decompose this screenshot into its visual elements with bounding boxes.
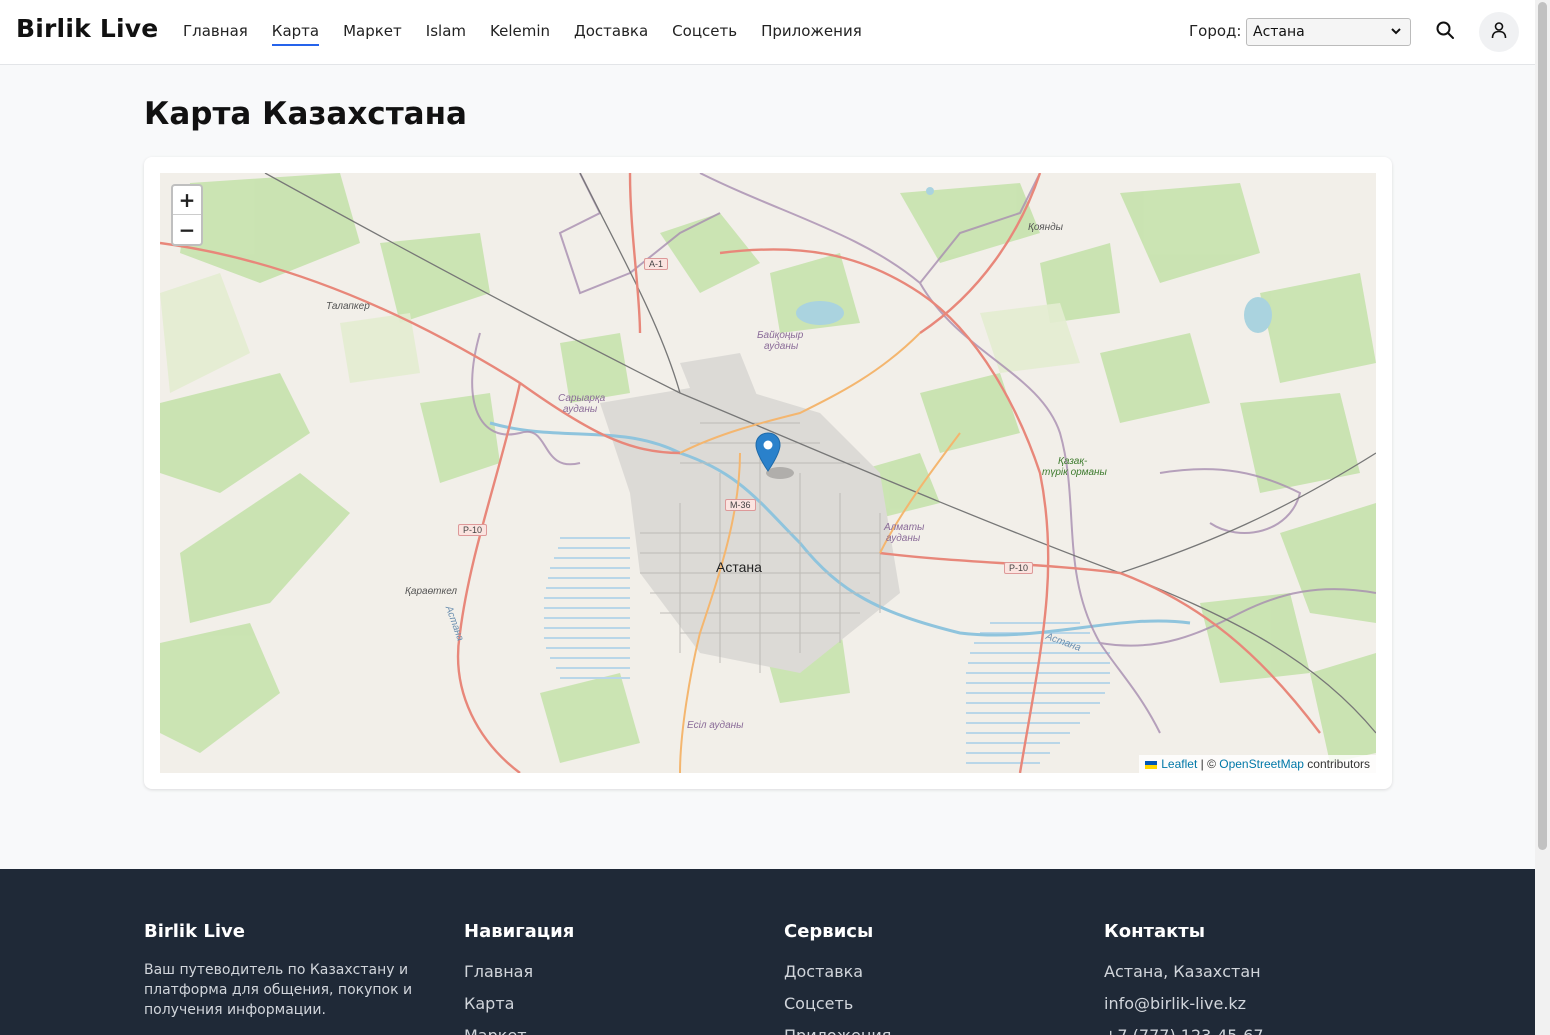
ukraine-flag-icon — [1145, 760, 1158, 769]
zoom-out-button[interactable]: − — [173, 215, 201, 244]
nav-home[interactable]: Главная — [183, 22, 248, 46]
map-attribution: Leaflet | © OpenStreetMap contributors — [1139, 755, 1376, 773]
footer-navigation-title: Навигация — [464, 921, 575, 942]
nav-delivery[interactable]: Доставка — [574, 22, 648, 46]
chevron-down-icon — [1390, 25, 1402, 40]
footer-contacts: Контакты Астана, Казахстан info@birlik-l… — [1104, 921, 1264, 1035]
attribution-separator: | © — [1197, 757, 1220, 771]
zoom-in-button[interactable]: + — [173, 186, 201, 215]
footer-contact-address: Астана, Казахстан — [1104, 962, 1261, 981]
map-label-forest-2: түрік орманы — [1042, 467, 1107, 478]
road-shield-p10-east: P-10 — [1004, 562, 1034, 574]
footer-brand-title: Birlik Live — [144, 921, 245, 942]
map-label-baikonyr-2: ауданы — [764, 341, 799, 352]
map-label-city: Астана — [716, 559, 762, 575]
map-label-koyandy: Қоянды — [1028, 222, 1063, 233]
search-icon — [1435, 20, 1455, 44]
footer-link-home[interactable]: Главная — [464, 962, 574, 994]
map-label-saryarka: Сарыарқа — [558, 393, 606, 404]
main-nav: Главная Карта Маркет Islam Kelemin Доста… — [183, 22, 886, 46]
map-label-baikonyr: Байқоңыр — [757, 330, 804, 341]
map-view[interactable]: Астана Сарыарқа ауданы Байқоңыр ауданы А… — [160, 173, 1376, 773]
footer-link-apps[interactable]: Приложения — [784, 1026, 891, 1035]
city-select[interactable]: Астана — [1246, 18, 1411, 46]
footer-contact-email[interactable]: info@birlik-live.kz — [1104, 994, 1264, 1026]
nav-apps[interactable]: Приложения — [761, 22, 862, 46]
city-label: Город: — [1189, 22, 1242, 40]
leaflet-link[interactable]: Leaflet — [1161, 757, 1197, 771]
road-shield-m36: M-36 — [725, 499, 756, 511]
footer-services: Сервисы Доставка Соцсеть Приложения — [784, 921, 891, 1035]
osm-link[interactable]: OpenStreetMap — [1219, 757, 1304, 771]
footer-services-title: Сервисы — [784, 921, 874, 942]
nav-islam[interactable]: Islam — [426, 22, 466, 46]
map-label-talapker: Талапкер — [326, 301, 370, 312]
road-shield-a1: A-1 — [644, 258, 669, 270]
user-icon — [1490, 21, 1508, 43]
footer-link-social[interactable]: Соцсеть — [784, 994, 891, 1026]
map-label-almaty-2: ауданы — [886, 533, 921, 544]
map-marker[interactable] — [755, 432, 781, 476]
map-label-esil: Есіл ауданы — [687, 720, 744, 731]
footer-description: Ваш путеводитель по Казахстану и платфор… — [144, 962, 413, 1018]
page-title: Карта Казахстана — [144, 96, 467, 132]
user-button[interactable] — [1479, 12, 1519, 52]
zoom-control: + − — [171, 184, 203, 246]
scrollbar-thumb[interactable] — [1538, 2, 1547, 850]
road-shield-p10-west: P-10 — [458, 524, 488, 536]
nav-map[interactable]: Карта — [271, 22, 320, 46]
map-card: Астана Сарыарқа ауданы Байқоңыр ауданы А… — [144, 157, 1392, 789]
map-label-forest: Қазақ- — [1058, 456, 1088, 467]
footer-navigation: Навигация Главная Карта Маркет — [464, 921, 574, 1035]
footer-contacts-title: Контакты — [1104, 921, 1206, 942]
map-label-karaotkel: Қараөткел — [405, 586, 458, 597]
map-label-almaty: Алматы — [884, 522, 925, 533]
page-scrollbar[interactable] — [1535, 0, 1550, 1035]
footer-contact-phone[interactable]: +7 (777) 123-45-67 — [1104, 1026, 1264, 1035]
search-button[interactable] — [1425, 12, 1465, 52]
site-logo[interactable]: Birlik Live — [16, 14, 158, 43]
footer-link-delivery[interactable]: Доставка — [784, 962, 891, 994]
footer-brand: Birlik Live Ваш путеводитель по Казахста… — [144, 921, 434, 1020]
site-footer: Birlik Live Ваш путеводитель по Казахста… — [0, 869, 1535, 1035]
city-select-value: Астана — [1253, 24, 1305, 40]
map-label-saryarka-2: ауданы — [563, 404, 598, 415]
footer-link-map[interactable]: Карта — [464, 994, 574, 1026]
nav-social[interactable]: Соцсеть — [672, 22, 737, 46]
attribution-tail: contributors — [1303, 757, 1370, 771]
nav-market[interactable]: Маркет — [343, 22, 402, 46]
footer-link-market[interactable]: Маркет — [464, 1026, 574, 1035]
nav-kelemin[interactable]: Kelemin — [490, 22, 550, 46]
site-header: Birlik Live Главная Карта Маркет Islam K… — [0, 0, 1535, 65]
